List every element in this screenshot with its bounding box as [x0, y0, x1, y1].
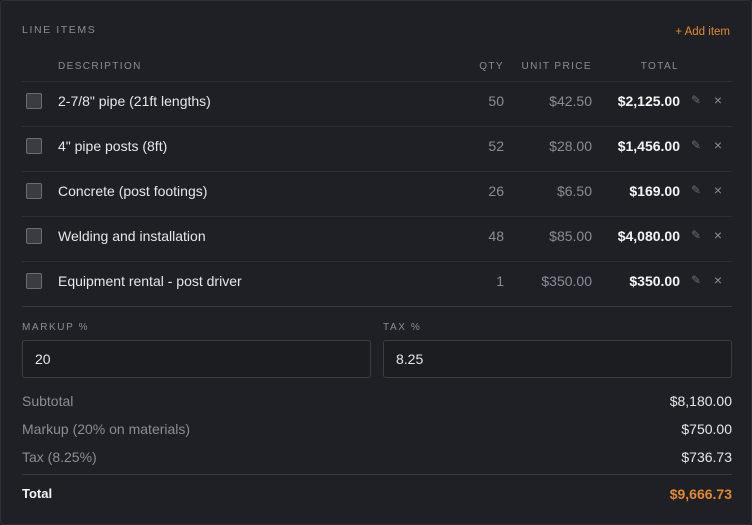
item-qty: 1: [496, 273, 504, 289]
item-total: $169.00: [629, 183, 680, 199]
item-unit-price: $6.50: [556, 183, 592, 199]
table-row: 2-7/8" pipe (21ft lengths) 50 $42.50 $2,…: [22, 82, 732, 127]
pencil-icon[interactable]: ✎: [691, 183, 701, 197]
line-items-panel: LINE ITEMS + Add item DESCRIPTION QTY UN…: [0, 0, 752, 525]
tax-input[interactable]: [383, 340, 732, 378]
close-icon[interactable]: ×: [714, 182, 722, 198]
column-header-unit-price: UNIT PRICE: [521, 61, 592, 72]
tax-summary-label: Tax (8.25%): [22, 449, 97, 465]
total-divider: [22, 474, 732, 475]
pencil-icon[interactable]: ✎: [691, 273, 701, 287]
row-checkbox[interactable]: [26, 138, 42, 154]
subtotal-label: Subtotal: [22, 393, 74, 409]
item-unit-price: $28.00: [549, 138, 592, 154]
pencil-icon[interactable]: ✎: [691, 138, 701, 152]
row-checkbox[interactable]: [26, 93, 42, 109]
markup-label: MARKUP %: [22, 322, 90, 333]
item-unit-price: $42.50: [549, 93, 592, 109]
grand-total-row: Total $9,666.73: [22, 486, 732, 506]
item-total: $2,125.00: [617, 93, 680, 109]
tax-label: TAX %: [383, 322, 422, 333]
table-header: DESCRIPTION QTY UNIT PRICE TOTAL: [22, 61, 732, 82]
column-header-description: DESCRIPTION: [58, 61, 142, 72]
markup-summary-label: Markup (20% on materials): [22, 421, 191, 437]
pencil-icon[interactable]: ✎: [691, 228, 701, 242]
grand-total-label: Total: [22, 486, 53, 501]
close-icon[interactable]: ×: [714, 92, 722, 108]
item-total: $1,456.00: [617, 138, 680, 154]
table-row: Welding and installation 48 $85.00 $4,08…: [22, 217, 732, 262]
item-description: Equipment rental - post driver: [58, 273, 242, 289]
section-title: LINE ITEMS: [22, 24, 97, 36]
item-total: $4,080.00: [617, 228, 680, 244]
table-row: Equipment rental - post driver 1 $350.00…: [22, 262, 732, 307]
row-checkbox[interactable]: [26, 228, 42, 244]
grand-total-value: $9,666.73: [669, 486, 732, 502]
subtotal-row: Subtotal $8,180.00: [22, 393, 732, 413]
item-qty: 50: [488, 93, 504, 109]
table-row: Concrete (post footings) 26 $6.50 $169.0…: [22, 172, 732, 217]
item-total: $350.00: [629, 273, 680, 289]
column-header-total: TOTAL: [640, 61, 679, 72]
item-qty: 48: [488, 228, 504, 244]
item-unit-price: $350.00: [541, 273, 592, 289]
item-description: Concrete (post footings): [58, 183, 208, 199]
item-qty: 52: [488, 138, 504, 154]
add-item-button[interactable]: + Add item: [675, 26, 730, 38]
item-description: 2-7/8" pipe (21ft lengths): [58, 93, 211, 109]
item-description: 4" pipe posts (8ft): [58, 138, 168, 154]
item-description: Welding and installation: [58, 228, 206, 244]
tax-summary-value: $736.73: [681, 449, 732, 465]
column-header-qty: QTY: [479, 61, 504, 72]
close-icon[interactable]: ×: [714, 137, 722, 153]
pencil-icon[interactable]: ✎: [691, 93, 701, 107]
close-icon[interactable]: ×: [714, 272, 722, 288]
markup-summary-value: $750.00: [681, 421, 732, 437]
close-icon[interactable]: ×: [714, 227, 722, 243]
tax-row: Tax (8.25%) $736.73: [22, 449, 732, 469]
row-checkbox[interactable]: [26, 183, 42, 199]
markup-input[interactable]: [22, 340, 371, 378]
subtotal-value: $8,180.00: [669, 393, 732, 409]
item-qty: 26: [488, 183, 504, 199]
item-unit-price: $85.00: [549, 228, 592, 244]
table-row: 4" pipe posts (8ft) 52 $28.00 $1,456.00 …: [22, 127, 732, 172]
row-checkbox[interactable]: [26, 273, 42, 289]
markup-row: Markup (20% on materials) $750.00: [22, 421, 732, 441]
line-items-table: 2-7/8" pipe (21ft lengths) 50 $42.50 $2,…: [22, 82, 732, 307]
